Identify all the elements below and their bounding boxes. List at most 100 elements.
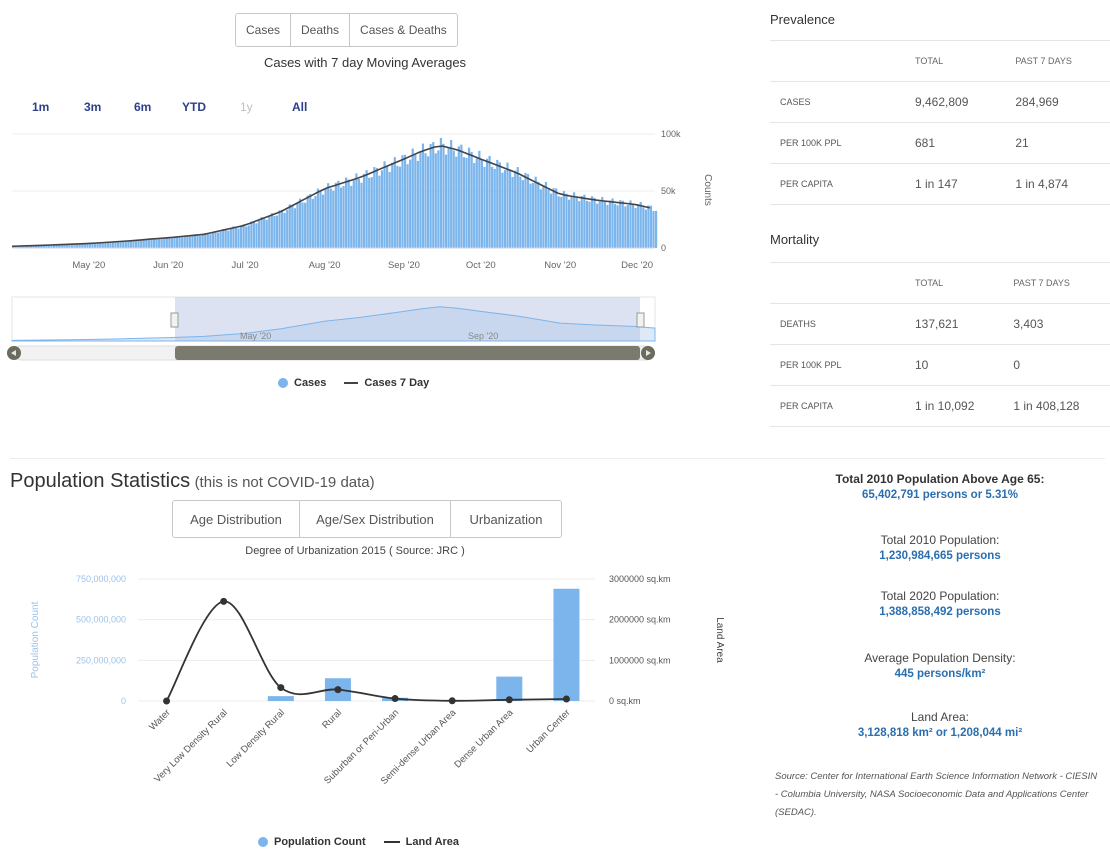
view-deaths-button[interactable]: Deaths <box>291 14 351 46</box>
y-tick-label: 50k <box>661 186 676 196</box>
cases-bar <box>288 204 291 248</box>
y-tick-label: 0 <box>661 243 666 253</box>
cases-bar <box>122 241 125 248</box>
cases-bar <box>444 154 448 248</box>
cases-bar <box>347 179 350 248</box>
tab-age-distribution[interactable]: Age Distribution <box>173 501 300 537</box>
cases-bar <box>193 234 197 248</box>
row-label: PER 100K PPL <box>770 344 905 386</box>
cases-chart-title: Cases with 7 day Moving Averages <box>263 55 467 70</box>
pop2020-stat: Total 2020 Population: 1,388,858,492 per… <box>780 589 1100 618</box>
cases-bar <box>491 166 494 248</box>
cases-bar <box>393 157 396 248</box>
range-all-button[interactable]: All <box>292 100 307 114</box>
cases-bar <box>437 150 440 248</box>
cases-bar <box>211 231 215 248</box>
cases-bar <box>624 206 627 248</box>
cases-bar <box>350 185 353 248</box>
cases-bar <box>608 200 612 248</box>
cases-bar <box>616 205 619 248</box>
cases-bar <box>555 188 558 248</box>
range-navigator[interactable]: May '20 Sep '20 <box>0 295 730 365</box>
cases-bar <box>567 199 571 248</box>
cases-bar <box>380 170 384 248</box>
legend-land-area[interactable]: Land Area <box>406 836 459 848</box>
range-3m-button[interactable]: 3m <box>84 100 101 114</box>
land-area-point <box>562 695 570 703</box>
range-6m-button[interactable]: 6m <box>134 100 151 114</box>
cases-bar <box>549 193 553 248</box>
land-area-point <box>277 684 285 692</box>
cases-bar <box>155 238 158 248</box>
prevalence-table: TOTAL PAST 7 DAYS CASES 9,462,809 284,96… <box>770 40 1110 205</box>
cases-bar <box>611 198 614 248</box>
range-1y-button[interactable]: 1y <box>240 100 253 114</box>
cases-bar <box>485 158 489 248</box>
cases-bar <box>634 207 637 248</box>
cases-bar <box>439 137 443 248</box>
cases-bar <box>503 169 507 248</box>
legend-population-count[interactable]: Population Count <box>274 836 366 848</box>
cases-bar <box>145 239 148 248</box>
cases-bar <box>265 219 268 248</box>
cases-bar <box>452 150 455 248</box>
cases-bar <box>626 204 630 248</box>
pop2010-stat: Total 2010 Population: 1,230,984,665 per… <box>780 533 1100 562</box>
cases-bar <box>199 235 202 248</box>
table-row: CASES 9,462,809 284,969 <box>770 81 1110 123</box>
cases-bar <box>580 196 583 248</box>
range-1m-button[interactable]: 1m <box>32 100 49 114</box>
source-note: Source: Center for International Earth S… <box>775 771 1098 818</box>
cases-bar <box>473 163 476 248</box>
population-subtitle: (this is not COVID-19 data) <box>194 474 375 491</box>
cases-bar <box>158 238 161 248</box>
cases-bar <box>447 147 450 248</box>
left-y-tick-label: 250,000,000 <box>76 655 126 665</box>
legend-cases-7-day[interactable]: Cases 7 Day <box>364 377 429 389</box>
x-category-label: Rural <box>320 707 344 731</box>
cases-bar <box>357 179 361 248</box>
x-tick-label: Sep '20 <box>388 260 420 271</box>
land-area-label: Land Area: <box>910 710 970 724</box>
tab-age-sex-distribution[interactable]: Age/Sex Distribution <box>300 501 451 537</box>
prevalence-col-total: TOTAL <box>905 40 1006 82</box>
row-label: PER CAPITA <box>770 385 905 427</box>
density-value: 445 persons/km² <box>894 668 986 680</box>
cases-bar <box>93 243 97 248</box>
cases-bar <box>644 209 647 248</box>
cases-bar <box>570 196 573 248</box>
tab-urbanization[interactable]: Urbanization <box>451 501 561 537</box>
cases-bar <box>373 167 376 248</box>
view-cases-button[interactable]: Cases <box>236 14 292 46</box>
view-cases-deaths-button[interactable]: Cases & Deaths <box>350 14 457 46</box>
cases-bar <box>273 215 276 248</box>
cases-bar <box>578 201 581 248</box>
cases-bar <box>337 180 340 248</box>
cases-bar <box>327 183 330 248</box>
cases-bar <box>173 237 176 248</box>
cases-bar <box>470 151 473 248</box>
cases-legend-marker <box>278 378 288 388</box>
x-category-label: Low Density Rural <box>225 707 287 769</box>
cases-bar <box>293 208 296 248</box>
legend-cases[interactable]: Cases <box>294 377 326 389</box>
navigator-label: May '20 <box>240 331 271 341</box>
cases-bar <box>181 237 184 248</box>
cases-bar <box>521 180 524 248</box>
cases-bar <box>76 244 79 248</box>
cases-bar <box>401 155 404 248</box>
cases-bar <box>165 237 168 248</box>
cases-bar <box>614 203 617 248</box>
cases-bar <box>286 209 289 248</box>
population-count-legend-marker <box>258 837 268 847</box>
range-ytd-button[interactable]: YTD <box>182 100 206 114</box>
cases-bar <box>508 169 512 248</box>
cases-bar <box>434 153 437 248</box>
cases-bar <box>334 182 337 248</box>
cases-bar <box>532 182 535 248</box>
cases-bar <box>375 167 378 248</box>
cases-bar <box>316 188 320 248</box>
cases-bar <box>368 177 371 248</box>
cases-bar <box>421 143 425 248</box>
pop2020-label: Total 2020 Population: <box>880 589 1000 603</box>
